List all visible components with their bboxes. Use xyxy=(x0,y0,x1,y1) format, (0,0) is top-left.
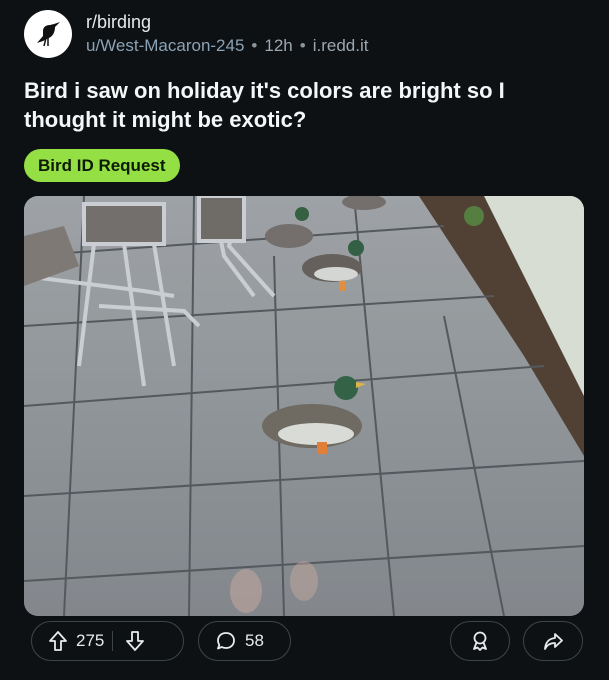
action-bar: 275 58 xyxy=(0,621,609,675)
vote-control: 275 xyxy=(31,621,184,661)
comment-count: 58 xyxy=(245,631,264,650)
subreddit-name[interactable]: r/birding xyxy=(86,11,368,33)
share-arrow-icon xyxy=(544,633,563,650)
arrow-down-icon xyxy=(126,631,145,651)
post-author[interactable]: u/West-Macaron-245 xyxy=(86,36,244,55)
post-title[interactable]: Bird i saw on holiday it's colors are br… xyxy=(24,76,589,134)
downvote-button[interactable] xyxy=(125,630,145,652)
post-image[interactable] xyxy=(24,196,584,616)
upvote-count: 275 xyxy=(76,631,105,650)
speech-bubble-icon xyxy=(217,632,235,650)
award-button[interactable] xyxy=(450,621,510,661)
post-domain[interactable]: i.redd.it xyxy=(313,36,369,55)
post-header: r/birding u/West-Macaron-245 • 12h • i.redd.… xyxy=(24,10,368,58)
separator-dot: • xyxy=(251,36,258,55)
share-button[interactable] xyxy=(523,621,583,661)
vote-divider xyxy=(112,631,114,651)
crow-icon xyxy=(37,22,60,47)
comment-icon-wrap xyxy=(215,630,237,652)
upvote-button[interactable] xyxy=(48,630,68,652)
comments-button[interactable]: 58 xyxy=(198,621,291,661)
award-icon xyxy=(473,631,487,651)
post-flair[interactable]: Bird ID Request xyxy=(24,149,180,182)
separator-dot: • xyxy=(299,36,306,55)
post-time: 12h xyxy=(264,36,293,55)
arrow-up-icon xyxy=(49,631,67,651)
subreddit-avatar[interactable] xyxy=(24,10,72,58)
